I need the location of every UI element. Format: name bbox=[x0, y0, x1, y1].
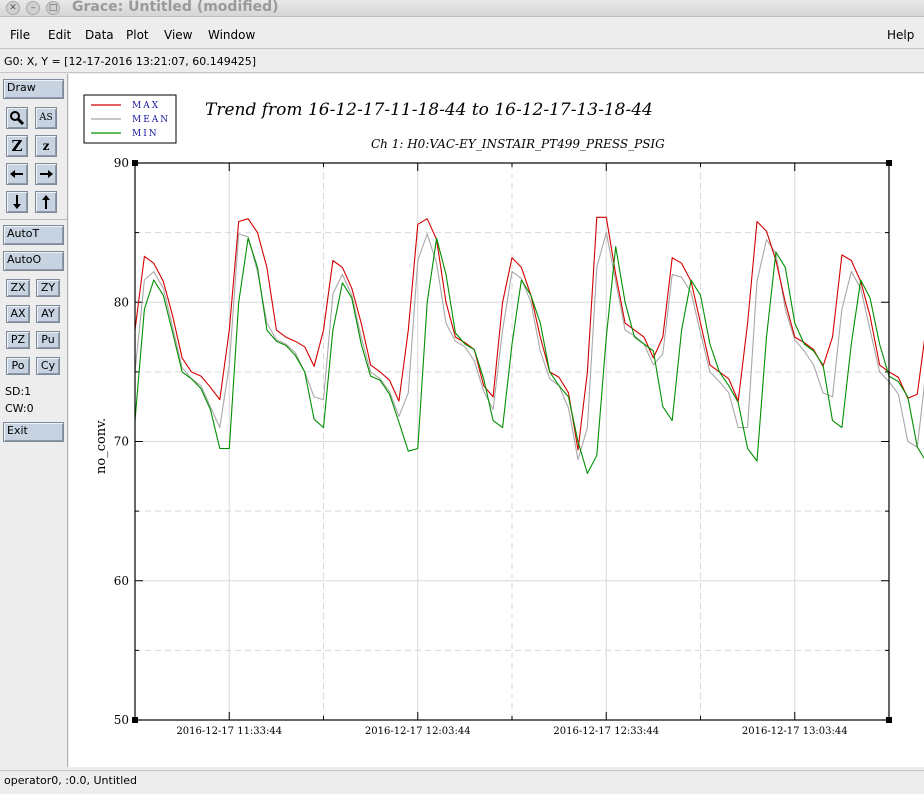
menu-plot[interactable]: Plot bbox=[126, 28, 149, 42]
window-title: Grace: Untitled (modified) bbox=[72, 0, 279, 15]
minimize-icon[interactable]: – bbox=[26, 1, 40, 15]
y-tick-label: 60 bbox=[114, 574, 129, 588]
x-tick-label: 2016-12-17 12:33:44 bbox=[553, 726, 659, 737]
pu-button[interactable]: Pu bbox=[36, 331, 60, 349]
menu-view[interactable]: View bbox=[164, 28, 192, 42]
y-tick-label: 70 bbox=[114, 435, 129, 449]
corner-handle[interactable] bbox=[132, 160, 138, 166]
arrow-up-icon[interactable] bbox=[35, 191, 57, 213]
chart-title: Trend from 16-12-17-11-18-44 to 16-12-17… bbox=[205, 100, 653, 120]
chart[interactable]: MAX MEAN MIN Trend from 16-12-17-11-18-44 … bbox=[69, 74, 924, 767]
toolbar-divider bbox=[0, 219, 67, 220]
coordinate-bar: G0: X, Y = [12-17-2016 13:21:07, 60.1494… bbox=[0, 52, 924, 73]
coordinate-readout: G0: X, Y = [12-17-2016 13:21:07, 60.1494… bbox=[4, 55, 257, 68]
y-axis-label: no_conv. bbox=[94, 418, 109, 474]
ax-button[interactable]: AX bbox=[6, 305, 30, 323]
current-world-label: CW:0 bbox=[5, 402, 34, 415]
zoom-z-icon[interactable]: Z bbox=[6, 135, 28, 157]
zy-button[interactable]: ZY bbox=[36, 279, 60, 297]
arrow-left-icon[interactable] bbox=[6, 163, 28, 185]
y-tick-label: 50 bbox=[114, 713, 129, 727]
window-titlebar: ✕ – □ Grace: Untitled (modified) bbox=[0, 0, 924, 17]
y-tick-label: 90 bbox=[114, 156, 129, 170]
menu-file[interactable]: File bbox=[10, 28, 30, 42]
autoo-button[interactable]: AutoO bbox=[3, 251, 64, 271]
arrow-right-icon[interactable] bbox=[35, 163, 57, 185]
plot-canvas[interactable]: MAX MEAN MIN Trend from 16-12-17-11-18-44 … bbox=[69, 74, 924, 767]
menubar: File Edit Data Plot View Window Help bbox=[0, 24, 924, 49]
corner-handle[interactable] bbox=[132, 717, 138, 723]
x-tick-label: 2016-12-17 11:33:44 bbox=[176, 726, 282, 737]
zoom-z-small-icon[interactable]: z bbox=[35, 135, 57, 157]
legend-label-mean: MEAN bbox=[132, 115, 170, 125]
po-button[interactable]: Po bbox=[6, 357, 30, 375]
x-tick-label: 2016-12-17 12:03:44 bbox=[365, 726, 471, 737]
pz-button[interactable]: PZ bbox=[6, 331, 30, 349]
axis-ticks: 50 60 70 80 90 2016-12-17 11:33:44 2016-12-17 … bbox=[114, 156, 890, 737]
menu-edit[interactable]: Edit bbox=[48, 28, 71, 42]
left-toolbar: Draw AS Z z AutoT AutoO ZX ZY AX AY PZ P… bbox=[0, 74, 68, 767]
series-min-line bbox=[134, 237, 924, 475]
series-lines bbox=[134, 216, 924, 475]
autot-button[interactable]: AutoT bbox=[3, 225, 64, 245]
x-tick-label: 2016-12-17 13:03:44 bbox=[742, 726, 848, 737]
ay-button[interactable]: AY bbox=[36, 305, 60, 323]
corner-handle[interactable] bbox=[886, 160, 892, 166]
draw-button[interactable]: Draw bbox=[3, 79, 64, 99]
series-max-line bbox=[134, 216, 924, 451]
cy-button[interactable]: Cy bbox=[36, 357, 60, 375]
close-icon[interactable]: ✕ bbox=[6, 1, 20, 15]
y-tick-label: 80 bbox=[114, 295, 129, 309]
grid bbox=[134, 163, 890, 720]
zoom-icon[interactable] bbox=[6, 107, 28, 129]
menu-data[interactable]: Data bbox=[85, 28, 114, 42]
legend-label-min: MIN bbox=[132, 129, 159, 139]
series-mean-line bbox=[134, 232, 924, 461]
autoscale-text-icon[interactable]: AS bbox=[35, 107, 57, 129]
chart-subtitle: Ch 1: H0:VAC-EY_INSTAIR_PT499_PRESS_PSIG bbox=[371, 137, 665, 151]
corner-handle[interactable] bbox=[886, 717, 892, 723]
statusbar: operator0, :0.0, Untitled bbox=[0, 770, 924, 794]
status-text: operator0, :0.0, Untitled bbox=[4, 774, 138, 787]
set-display-label: SD:1 bbox=[5, 385, 32, 398]
exit-button[interactable]: Exit bbox=[3, 422, 64, 442]
menu-help[interactable]: Help bbox=[887, 28, 914, 42]
zx-button[interactable]: ZX bbox=[6, 279, 30, 297]
arrow-down-icon[interactable] bbox=[6, 191, 28, 213]
menu-window[interactable]: Window bbox=[208, 28, 255, 42]
legend-label-max: MAX bbox=[132, 101, 160, 111]
maximize-icon[interactable]: □ bbox=[46, 1, 60, 15]
